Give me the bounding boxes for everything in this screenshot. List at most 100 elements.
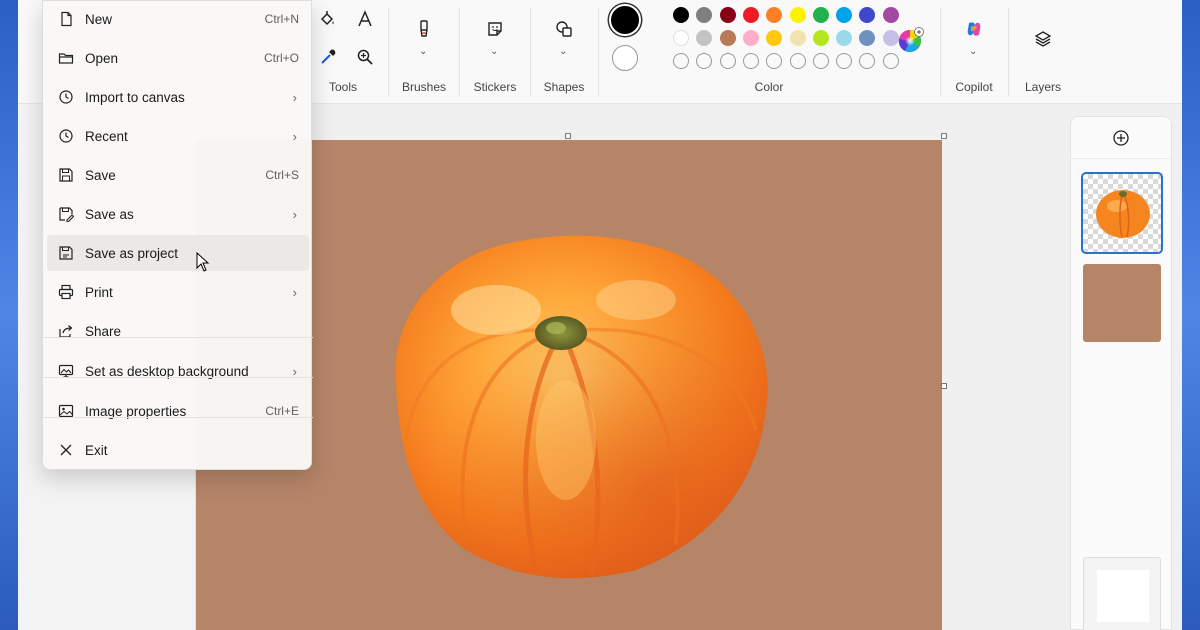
save-project-icon (57, 244, 75, 262)
layers-group: Layers (1009, 0, 1077, 104)
color-swatch[interactable] (696, 7, 713, 23)
desktop-wallpaper-right (1180, 0, 1200, 630)
brushes-label: Brushes (401, 80, 447, 94)
brushes-group: ⌄ Brushes (389, 0, 459, 104)
menu-item-label: Save (85, 167, 116, 183)
layer-thumbnail-background[interactable] (1083, 264, 1161, 342)
menu-item-image-properties[interactable]: Image properties Ctrl+E (47, 393, 309, 429)
paint-bucket-icon[interactable] (313, 4, 343, 34)
chevron-down-icon[interactable]: ⌄ (419, 46, 427, 57)
layers-panel (1070, 116, 1172, 630)
file-menu: New Ctrl+N Open Ctrl+O Import to canvas › Rece… (42, 0, 313, 470)
color-picker-icon[interactable] (313, 42, 343, 72)
color-swatch[interactable] (673, 30, 689, 46)
stickers-group: ⌄ Stickers (460, 0, 530, 104)
custom-color-slot[interactable] (673, 53, 689, 69)
primary-color-swatch[interactable] (609, 4, 641, 36)
layer-thumbnail-pumpkin[interactable] (1081, 172, 1163, 254)
menu-item-shortcut: Ctrl+S (265, 168, 299, 182)
menu-item-share[interactable]: Share (47, 313, 309, 349)
chevron-down-icon[interactable]: ⌄ (559, 46, 567, 57)
sticker-icon[interactable] (480, 14, 510, 44)
menu-item-label: Import to canvas (85, 89, 185, 105)
copilot-label: Copilot (955, 80, 993, 94)
close-icon (57, 441, 75, 459)
import-clock-icon (57, 88, 75, 106)
menu-item-save[interactable]: Save Ctrl+S (47, 157, 309, 193)
new-file-icon (57, 10, 75, 28)
brush-icon[interactable] (409, 14, 439, 44)
color-swatch[interactable] (742, 7, 759, 23)
pumpkin-thumbnail (1096, 190, 1150, 238)
custom-color-slot[interactable] (859, 53, 876, 69)
shapes-label: Shapes (543, 80, 585, 94)
color-swatch[interactable] (859, 30, 876, 46)
custom-color-slot[interactable] (719, 53, 736, 69)
layer-thumbnail-blank[interactable] (1083, 557, 1161, 630)
color-swatch[interactable] (789, 30, 806, 46)
custom-color-slot[interactable] (696, 53, 713, 69)
color-swatch[interactable] (719, 7, 736, 23)
color-group: Color (599, 0, 939, 104)
custom-color-slot[interactable] (812, 53, 829, 69)
menu-item-label: New (85, 11, 113, 27)
layers-label: Layers (1024, 80, 1062, 94)
menu-item-new[interactable]: New Ctrl+N (47, 1, 309, 37)
save-icon (57, 166, 75, 184)
mouse-cursor-icon (196, 251, 210, 277)
copilot-icon[interactable] (959, 14, 989, 44)
menu-item-import-to-canvas[interactable]: Import to canvas › (47, 79, 309, 115)
resize-handle-top[interactable] (565, 133, 571, 139)
clock-icon (57, 127, 75, 145)
chevron-right-icon: › (292, 128, 297, 144)
text-icon[interactable] (350, 4, 380, 34)
color-swatch[interactable] (696, 30, 713, 46)
custom-color-slot[interactable] (742, 53, 759, 69)
chevron-down-icon[interactable]: ⌄ (969, 46, 977, 57)
chevron-down-icon[interactable]: ⌄ (490, 46, 498, 57)
custom-color-slot[interactable] (766, 53, 783, 69)
add-layer-button[interactable] (1071, 117, 1171, 159)
chevron-right-icon: › (292, 284, 297, 300)
color-swatch[interactable] (836, 30, 853, 46)
menu-item-recent[interactable]: Recent › (47, 118, 309, 154)
chevron-right-icon: › (292, 89, 297, 105)
menu-item-save-as-project[interactable]: Save as project (47, 235, 309, 271)
shapes-icon[interactable] (549, 14, 579, 44)
color-swatch[interactable] (766, 30, 783, 46)
color-swatch[interactable] (812, 30, 829, 46)
menu-item-open[interactable]: Open Ctrl+O (47, 40, 309, 76)
magnifier-icon[interactable] (350, 42, 380, 72)
copilot-group: ⌄ Copilot (941, 0, 1007, 104)
color-swatch[interactable] (742, 30, 759, 46)
color-swatch[interactable] (719, 30, 736, 46)
menu-item-label: Open (85, 50, 119, 66)
resize-handle-right[interactable] (941, 383, 947, 389)
menu-item-label: Save as (85, 206, 134, 222)
stickers-label: Stickers (473, 80, 517, 94)
menu-item-save-as[interactable]: Save as › (47, 196, 309, 232)
custom-color-slot[interactable] (836, 53, 853, 69)
menu-item-set-as-desktop-background[interactable]: Set as desktop background › (47, 353, 309, 389)
chevron-right-icon: › (292, 206, 297, 222)
color-wheel-icon[interactable] (895, 24, 927, 56)
menu-item-print[interactable]: Print › (47, 274, 309, 310)
color-swatch[interactable] (673, 7, 689, 23)
layers-icon[interactable] (1028, 24, 1058, 54)
menu-separator (43, 417, 313, 418)
color-swatch[interactable] (789, 7, 806, 23)
menu-item-exit[interactable]: Exit (47, 432, 309, 468)
desktop-wallpaper-left (0, 0, 20, 630)
color-swatch[interactable] (766, 7, 783, 23)
color-swatch[interactable] (836, 7, 853, 23)
printer-icon (57, 283, 75, 301)
color-swatch[interactable] (812, 7, 829, 23)
resize-handle-top-right[interactable] (941, 133, 947, 139)
secondary-color-swatch[interactable] (612, 45, 638, 71)
custom-color-slot[interactable] (789, 53, 806, 69)
menu-item-label: Exit (85, 442, 108, 458)
color-swatch[interactable] (882, 7, 899, 23)
color-swatch[interactable] (859, 7, 876, 23)
menu-item-shortcut: Ctrl+O (263, 51, 299, 65)
folder-icon (57, 49, 75, 67)
